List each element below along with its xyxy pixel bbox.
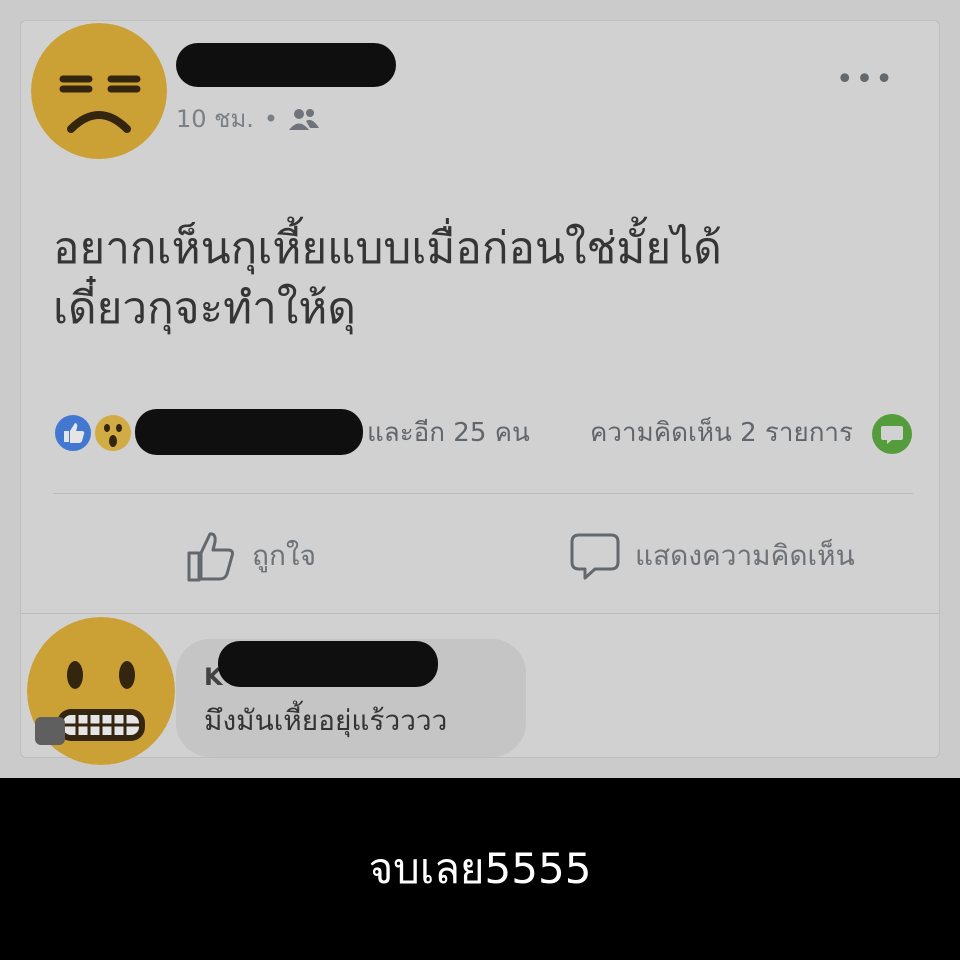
meta-separator: • bbox=[263, 104, 279, 133]
friends-icon bbox=[289, 108, 320, 130]
like-button[interactable]: ถูกใจ bbox=[186, 529, 316, 583]
post-timestamp[interactable]: 10 ชม. bbox=[176, 99, 254, 138]
thumbs-up-icon bbox=[187, 532, 234, 582]
comment-count[interactable]: ความคิดเห็น 2 รายการ bbox=[590, 413, 853, 453]
post-card: 10 ชม. • ••• อยากเห็นกุเหี้ยแบบเมื่อก่อน… bbox=[20, 20, 940, 765]
reaction-summary[interactable]: และอีก 25 คน ความคิดเห็น 2 รายการ bbox=[53, 409, 913, 457]
post-text-line-1: อยากเห็นกุเหี้ยแบบเมื่อก่อนใช่มั้ยได้ bbox=[53, 223, 722, 274]
reactor-names-redacted bbox=[135, 409, 363, 455]
post-text: อยากเห็นกุเหี้ยแบบเมื่อก่อนใช่มั้ยได้ เด… bbox=[53, 219, 913, 339]
comment-bubble: K มึงมันเหี้ยอยุ่แร้วววว bbox=[176, 639, 526, 757]
comment-button[interactable]: แสดงความคิดเห็น bbox=[569, 529, 855, 583]
commenter-name-redacted bbox=[218, 641, 438, 687]
post-text-line-2: เดี๋ยวกุจะทำให้ดุ bbox=[53, 283, 356, 334]
like-reaction-icon bbox=[53, 413, 93, 453]
author-name-redacted bbox=[176, 43, 396, 87]
wow-reaction-icon bbox=[93, 413, 133, 453]
comment-label: แสดงความคิดเห็น bbox=[635, 539, 855, 572]
messenger-icon[interactable] bbox=[871, 413, 913, 455]
author-avatar[interactable] bbox=[31, 23, 167, 159]
caption-text: จบเลย5555 bbox=[368, 844, 592, 893]
reaction-divider bbox=[53, 493, 913, 494]
more-options-button[interactable]: ••• bbox=[836, 65, 895, 95]
like-label: ถูกใจ bbox=[252, 539, 316, 572]
post-meta: 10 ชม. • bbox=[176, 99, 320, 138]
comment-text: มึงมันเหี้ยอยุ่แร้วววว bbox=[204, 704, 448, 737]
online-status-icon bbox=[35, 717, 65, 745]
reaction-others-count[interactable]: และอีก 25 คน bbox=[367, 413, 530, 453]
caption-bar: จบเลย5555 bbox=[0, 778, 960, 960]
comments-divider bbox=[21, 613, 939, 614]
comment-bubble-icon bbox=[570, 533, 620, 580]
